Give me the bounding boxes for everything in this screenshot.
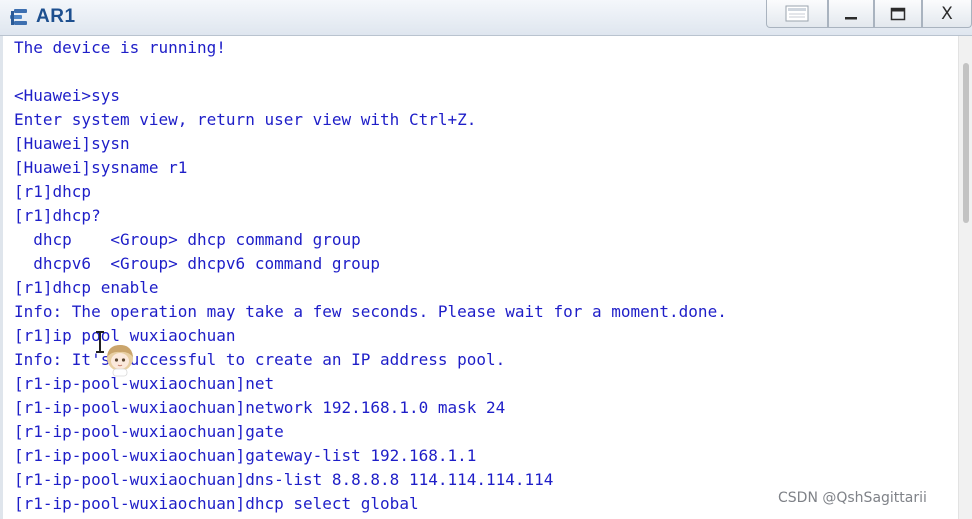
terminal-line: [r1-ip-pool-wuxiaochuan]gateway-list 192… <box>14 446 477 465</box>
minimize-button[interactable] <box>828 0 874 28</box>
watermark-text: CSDN @QshSagittarii <box>778 490 927 506</box>
minimize-icon <box>845 16 857 19</box>
maximize-button[interactable] <box>874 0 922 28</box>
restore-button[interactable] <box>766 0 828 28</box>
terminal-line: [Huawei]sysn <box>14 134 130 153</box>
anime-avatar-sticker <box>107 345 133 377</box>
terminal-line: dhcp <Group> dhcp command group <box>14 230 361 249</box>
terminal-line: Info: It's successful to create an IP ad… <box>14 350 506 369</box>
maximize-icon <box>890 7 906 20</box>
terminal-line: [r1-ip-pool-wuxiaochuan]net <box>14 374 275 393</box>
close-button[interactable]: X <box>922 0 972 28</box>
terminal-line: The device is running! <box>14 38 226 57</box>
terminal-line: [r1]dhcp enable <box>14 278 159 297</box>
terminal-line: <Huawei>sys <box>14 86 120 105</box>
terminal-line: [r1-ip-pool-wuxiaochuan]dhcp select glob… <box>14 494 419 513</box>
terminal-line: [r1]dhcp <box>14 182 92 201</box>
scrollbar-thumb[interactable] <box>963 63 969 223</box>
router-terminal-icon <box>10 9 27 25</box>
terminal-line: [r1-ip-pool-wuxiaochuan]network 192.168.… <box>14 398 506 417</box>
terminal-output[interactable]: The device is running! <Huawei>sys Enter s… <box>0 36 958 519</box>
terminal-line: dhcpv6 <Group> dhcpv6 command group <box>14 254 381 273</box>
restore-icon <box>785 5 809 21</box>
terminal-line: [r1]dhcp? <box>14 206 101 225</box>
terminal-line: Enter system view, return user view with… <box>14 110 477 129</box>
window-titlebar[interactable]: AR1 X <box>0 0 972 36</box>
window-title: AR1 <box>36 6 76 27</box>
close-icon: X <box>941 3 953 24</box>
terminal-line: [r1-ip-pool-wuxiaochuan]gate <box>14 422 284 441</box>
terminal-line: [Huawei]sysname r1 <box>14 158 188 177</box>
terminal-line: [r1-ip-pool-wuxiaochuan]dns-list 8.8.8.8… <box>14 470 554 489</box>
vertical-scrollbar[interactable] <box>958 36 972 519</box>
terminal-line: Info: The operation may take a few secon… <box>14 302 727 321</box>
